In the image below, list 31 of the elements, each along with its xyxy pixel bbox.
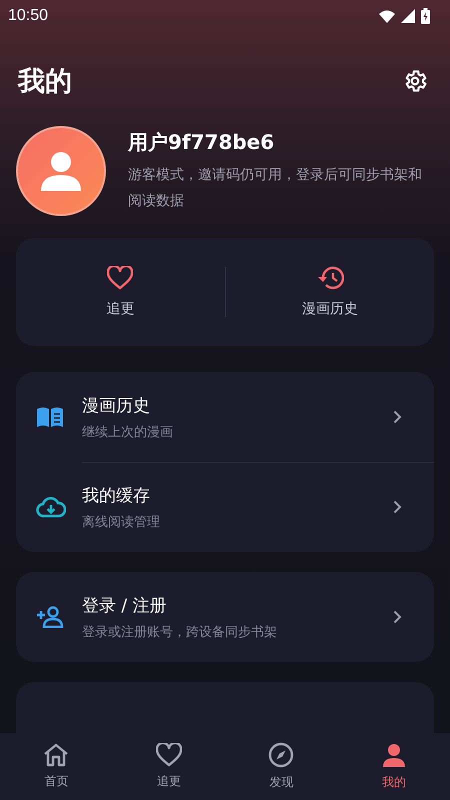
nav-tab[interactable]: 首页	[0, 733, 112, 800]
quick-action-label[interactable]: 追更	[106, 300, 134, 318]
status-time: 10:50	[8, 7, 48, 25]
cloud-download-icon	[36, 496, 66, 518]
battery-icon	[421, 8, 430, 24]
menu-item-subtitle: 登录或注册账号，跨设备同步书架	[82, 624, 278, 640]
book-icon	[36, 406, 64, 428]
heart-icon	[156, 743, 182, 767]
history-icon[interactable]	[316, 266, 344, 290]
person-icon	[380, 742, 407, 768]
compass-icon	[268, 742, 294, 768]
quick-action-label[interactable]: 漫画历史	[302, 300, 358, 318]
wifi-icon	[379, 10, 395, 22]
menu-item-title[interactable]: 漫画历史	[82, 394, 393, 416]
menu-item-title[interactable]: 登录 / 注册	[82, 594, 393, 616]
add-person-icon	[36, 606, 64, 628]
nav-tab[interactable]: 追更	[112, 733, 225, 800]
menu-item-subtitle: 继续上次的漫画	[82, 424, 174, 440]
nav-tab[interactable]: 发现	[225, 733, 338, 800]
heart-icon[interactable]	[107, 266, 134, 290]
chevron-right-icon[interactable]	[393, 500, 402, 514]
chevron-right-icon[interactable]	[393, 410, 402, 424]
menu-item-title[interactable]: 我的缓存	[82, 484, 393, 506]
nav-tab[interactable]: 我的	[338, 733, 450, 800]
profile-description: 游客模式，邀请码仍可用，登录后可同步书架和阅读数据	[128, 166, 423, 210]
signal-icon	[401, 9, 415, 23]
chevron-right-icon[interactable]	[393, 610, 402, 624]
home-icon	[43, 743, 70, 767]
user-name: 用户9f778be6	[128, 128, 276, 156]
page-title: 我的	[18, 65, 72, 99]
menu-item-subtitle: 离线阅读管理	[82, 514, 161, 530]
